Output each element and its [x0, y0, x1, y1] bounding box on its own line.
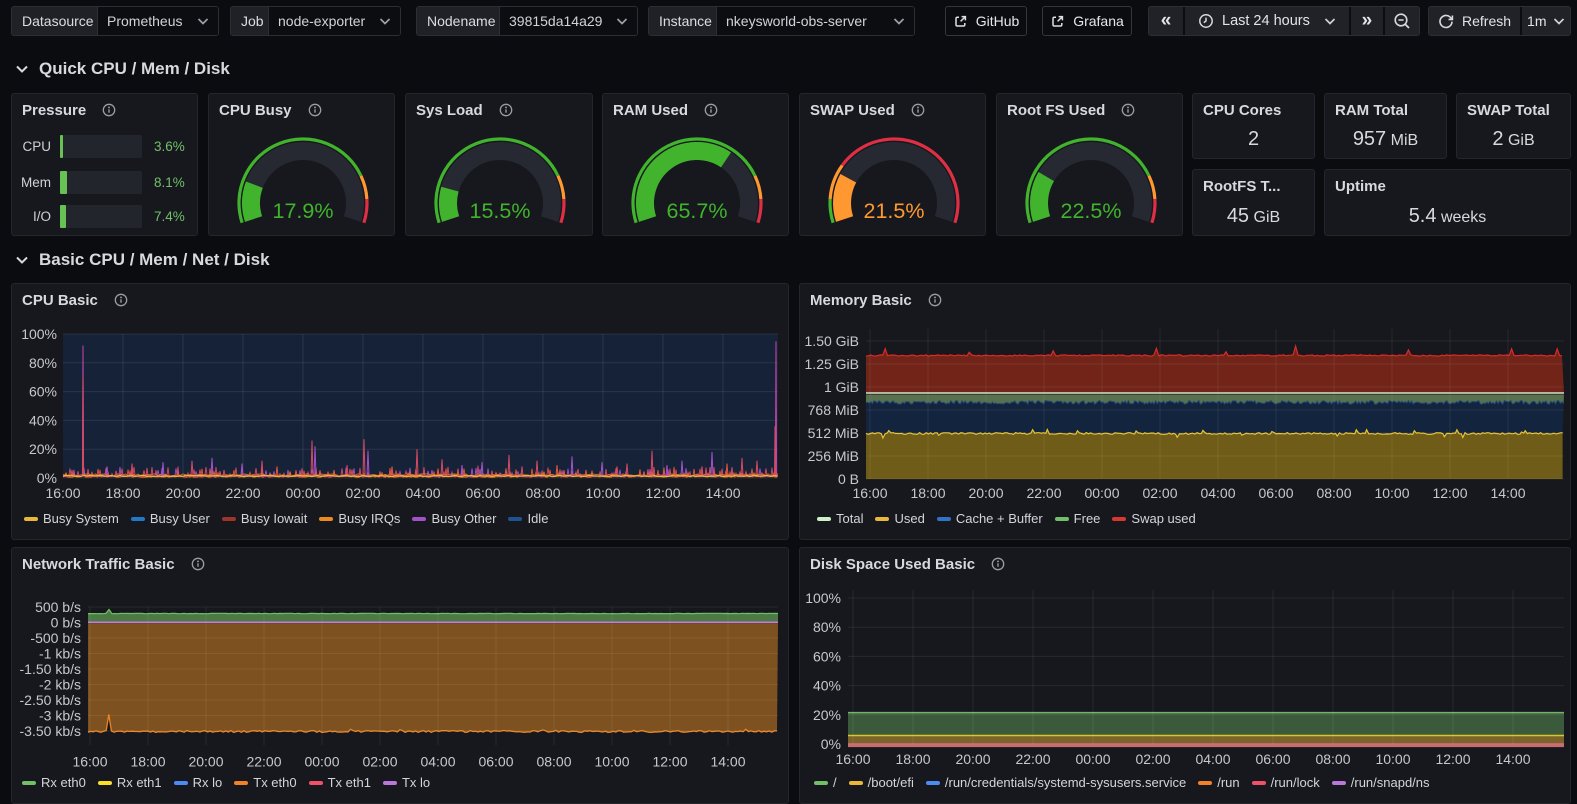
svg-text:40%: 40% [813, 678, 841, 694]
svg-text:60%: 60% [29, 384, 57, 400]
svg-text:1.25 GiB: 1.25 GiB [805, 356, 859, 372]
svg-text:256 MiB: 256 MiB [808, 448, 859, 464]
svg-text:15.5%: 15.5% [470, 199, 531, 223]
svg-text:10:00: 10:00 [594, 753, 629, 769]
svg-text:14:00: 14:00 [705, 485, 740, 501]
svg-text:04:00: 04:00 [1200, 485, 1235, 501]
svg-text:-1 kb/s: -1 kb/s [39, 646, 81, 662]
svg-text:04:00: 04:00 [405, 485, 440, 501]
svg-text:20:00: 20:00 [968, 485, 1003, 501]
svg-text:14:00: 14:00 [710, 753, 745, 769]
svg-text:20:00: 20:00 [188, 753, 223, 769]
svg-text:06:00: 06:00 [465, 485, 500, 501]
svg-text:17.9%: 17.9% [273, 199, 334, 223]
svg-text:1 GiB: 1 GiB [824, 379, 859, 395]
svg-text:14:00: 14:00 [1490, 485, 1525, 501]
svg-text:100%: 100% [805, 590, 841, 606]
svg-text:16:00: 16:00 [852, 485, 887, 501]
svg-text:10:00: 10:00 [585, 485, 620, 501]
svg-text:16:00: 16:00 [835, 751, 870, 767]
svg-text:00:00: 00:00 [1075, 751, 1110, 767]
svg-text:-3.50 kb/s: -3.50 kb/s [20, 723, 81, 739]
svg-text:00:00: 00:00 [1084, 485, 1119, 501]
svg-text:02:00: 02:00 [1142, 485, 1177, 501]
svg-text:20:00: 20:00 [165, 485, 200, 501]
svg-text:14:00: 14:00 [1495, 751, 1530, 767]
svg-text:65.7%: 65.7% [667, 199, 728, 223]
svg-text:08:00: 08:00 [1315, 751, 1350, 767]
svg-text:768 MiB: 768 MiB [808, 402, 859, 418]
svg-text:22:00: 22:00 [1026, 485, 1061, 501]
svg-text:512 MiB: 512 MiB [808, 425, 859, 441]
svg-text:08:00: 08:00 [525, 485, 560, 501]
svg-text:18:00: 18:00 [105, 485, 140, 501]
svg-text:06:00: 06:00 [1258, 485, 1293, 501]
svg-text:0%: 0% [37, 470, 57, 486]
svg-text:00:00: 00:00 [285, 485, 320, 501]
svg-text:22:00: 22:00 [225, 485, 260, 501]
svg-text:100%: 100% [21, 326, 57, 342]
svg-text:80%: 80% [29, 355, 57, 371]
svg-text:18:00: 18:00 [130, 753, 165, 769]
svg-text:1.50 GiB: 1.50 GiB [805, 333, 859, 349]
svg-text:21.5%: 21.5% [864, 199, 925, 223]
svg-text:18:00: 18:00 [910, 485, 945, 501]
svg-text:0%: 0% [821, 736, 841, 752]
svg-text:04:00: 04:00 [420, 753, 455, 769]
svg-text:12:00: 12:00 [1432, 485, 1467, 501]
svg-text:04:00: 04:00 [1195, 751, 1230, 767]
svg-text:06:00: 06:00 [1255, 751, 1290, 767]
svg-text:00:00: 00:00 [304, 753, 339, 769]
svg-text:06:00: 06:00 [478, 753, 513, 769]
svg-text:12:00: 12:00 [652, 753, 687, 769]
svg-text:22:00: 22:00 [1015, 751, 1050, 767]
svg-text:08:00: 08:00 [536, 753, 571, 769]
svg-text:16:00: 16:00 [72, 753, 107, 769]
svg-text:08:00: 08:00 [1316, 485, 1351, 501]
svg-text:-1.50 kb/s: -1.50 kb/s [20, 661, 81, 677]
svg-text:12:00: 12:00 [1435, 751, 1470, 767]
svg-text:80%: 80% [813, 619, 841, 635]
svg-text:02:00: 02:00 [1135, 751, 1170, 767]
svg-text:16:00: 16:00 [45, 485, 80, 501]
svg-text:22:00: 22:00 [246, 753, 281, 769]
svg-text:10:00: 10:00 [1375, 751, 1410, 767]
svg-text:10:00: 10:00 [1374, 485, 1409, 501]
svg-text:40%: 40% [29, 412, 57, 428]
svg-text:-2 kb/s: -2 kb/s [39, 677, 81, 693]
svg-text:20%: 20% [29, 441, 57, 457]
svg-text:02:00: 02:00 [345, 485, 380, 501]
svg-text:18:00: 18:00 [895, 751, 930, 767]
svg-text:0 b/s: 0 b/s [51, 615, 81, 631]
svg-text:-500 b/s: -500 b/s [30, 630, 81, 646]
svg-text:500 b/s: 500 b/s [35, 599, 81, 615]
svg-text:-2.50 kb/s: -2.50 kb/s [20, 692, 81, 708]
svg-text:20%: 20% [813, 707, 841, 723]
svg-text:20:00: 20:00 [955, 751, 990, 767]
svg-text:02:00: 02:00 [362, 753, 397, 769]
svg-text:12:00: 12:00 [645, 485, 680, 501]
svg-text:-3 kb/s: -3 kb/s [39, 708, 81, 724]
svg-text:22.5%: 22.5% [1061, 199, 1122, 223]
svg-text:60%: 60% [813, 648, 841, 664]
